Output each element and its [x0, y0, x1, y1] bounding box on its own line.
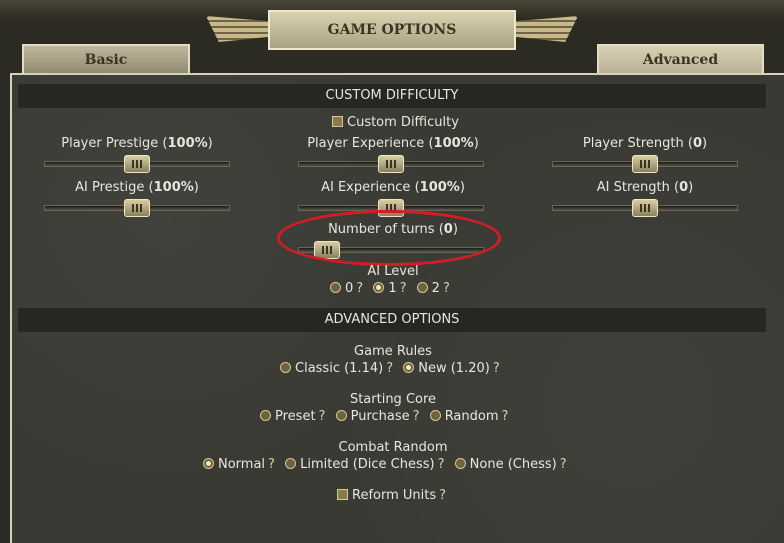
radio-icon	[285, 458, 297, 469]
red-annotation-ellipse	[277, 210, 501, 266]
slider-thumb[interactable]	[124, 155, 150, 173]
radio-icon	[454, 458, 466, 469]
radio-icon	[280, 362, 291, 373]
ai-level-label: AI Level	[367, 264, 419, 279]
help-icon[interactable]: ?	[439, 488, 446, 503]
game-rules-option-classic[interactable]: Classic (1.14)	[280, 361, 383, 376]
help-icon[interactable]: ?	[560, 457, 567, 472]
radio-icon	[335, 410, 347, 421]
slider-thumb[interactable]	[378, 155, 404, 173]
ai-level-option-0[interactable]: 0	[330, 281, 353, 296]
radio-icon	[429, 410, 441, 421]
player-experience-label: Player Experience (100%)	[307, 136, 479, 151]
radio-icon	[373, 282, 385, 293]
help-icon[interactable]: ?	[502, 409, 509, 424]
combat-random-option-none[interactable]: None (Chess)	[454, 457, 557, 472]
radio-icon	[416, 282, 428, 293]
game-rules-options: Classic (1.14)? New (1.20)?	[280, 361, 506, 376]
combat-random-options: Normal? Limited (Dice Chess)? None (Ches…	[203, 457, 573, 472]
custom-difficulty-header: CUSTOM DIFFICULTY	[18, 84, 766, 108]
checkbox-icon	[337, 489, 348, 500]
tab-basic[interactable]: Basic	[22, 44, 190, 74]
starting-core-option-purchase[interactable]: Purchase	[335, 409, 410, 424]
help-icon[interactable]: ?	[268, 457, 275, 472]
help-icon[interactable]: ?	[493, 361, 500, 376]
slider-thumb[interactable]	[632, 155, 658, 173]
reform-units-label: Reform Units	[352, 488, 437, 503]
custom-difficulty-label: Custom Difficulty	[347, 115, 459, 130]
ai-level-option-2[interactable]: 2	[416, 281, 440, 296]
starting-core-label: Starting Core	[349, 392, 437, 407]
help-icon[interactable]: ?	[443, 281, 450, 296]
combat-random-option-limited[interactable]: Limited (Dice Chess)	[285, 457, 435, 472]
starting-core-option-random[interactable]: Random	[429, 409, 499, 424]
ai-strength-label: AI Strength (0)	[596, 180, 694, 195]
ai-prestige-label: AI Prestige (100%)	[75, 180, 199, 195]
player-strength-label: Player Strength (0)	[582, 136, 708, 151]
ai-strength-slider[interactable]	[552, 199, 738, 217]
slider-thumb[interactable]	[632, 199, 658, 217]
player-prestige-slider[interactable]	[44, 155, 230, 173]
player-experience-slider[interactable]	[298, 155, 484, 173]
game-rules-label: Game Rules	[354, 344, 432, 359]
slider-thumb[interactable]	[124, 199, 150, 217]
ai-experience-label: AI Experience (100%)	[321, 180, 465, 195]
reform-units-checkbox[interactable]: Reform Units?	[337, 488, 452, 503]
help-icon[interactable]: ?	[413, 409, 420, 424]
starting-core-option-preset[interactable]: Preset	[260, 409, 316, 424]
ai-level-option-1[interactable]: 1	[373, 281, 397, 296]
combat-random-label: Combat Random	[338, 440, 448, 455]
player-strength-slider[interactable]	[552, 155, 738, 173]
tab-advanced[interactable]: Advanced	[597, 44, 764, 74]
game-rules-option-new[interactable]: New (1.20)	[403, 361, 490, 376]
window-title: GAME OPTIONS	[268, 10, 516, 50]
combat-random-option-normal[interactable]: Normal	[203, 457, 265, 472]
advanced-options-header: ADVANCED OPTIONS	[18, 308, 766, 332]
ai-prestige-slider[interactable]	[44, 199, 230, 217]
help-icon[interactable]: ?	[400, 281, 407, 296]
custom-difficulty-checkbox[interactable]: Custom Difficulty	[332, 115, 459, 130]
radio-icon	[403, 362, 415, 373]
player-prestige-label: Player Prestige (100%)	[61, 136, 213, 151]
radio-icon	[330, 282, 341, 293]
radio-icon	[203, 458, 214, 469]
checkbox-icon	[332, 116, 343, 127]
help-icon[interactable]: ?	[319, 409, 326, 424]
help-icon[interactable]: ?	[438, 457, 445, 472]
help-icon[interactable]: ?	[386, 361, 393, 376]
starting-core-options: Preset? Purchase? Random?	[260, 409, 514, 424]
ai-level-options: 0? 1? 2?	[330, 281, 456, 296]
help-icon[interactable]: ?	[356, 281, 363, 296]
radio-icon	[260, 410, 271, 421]
